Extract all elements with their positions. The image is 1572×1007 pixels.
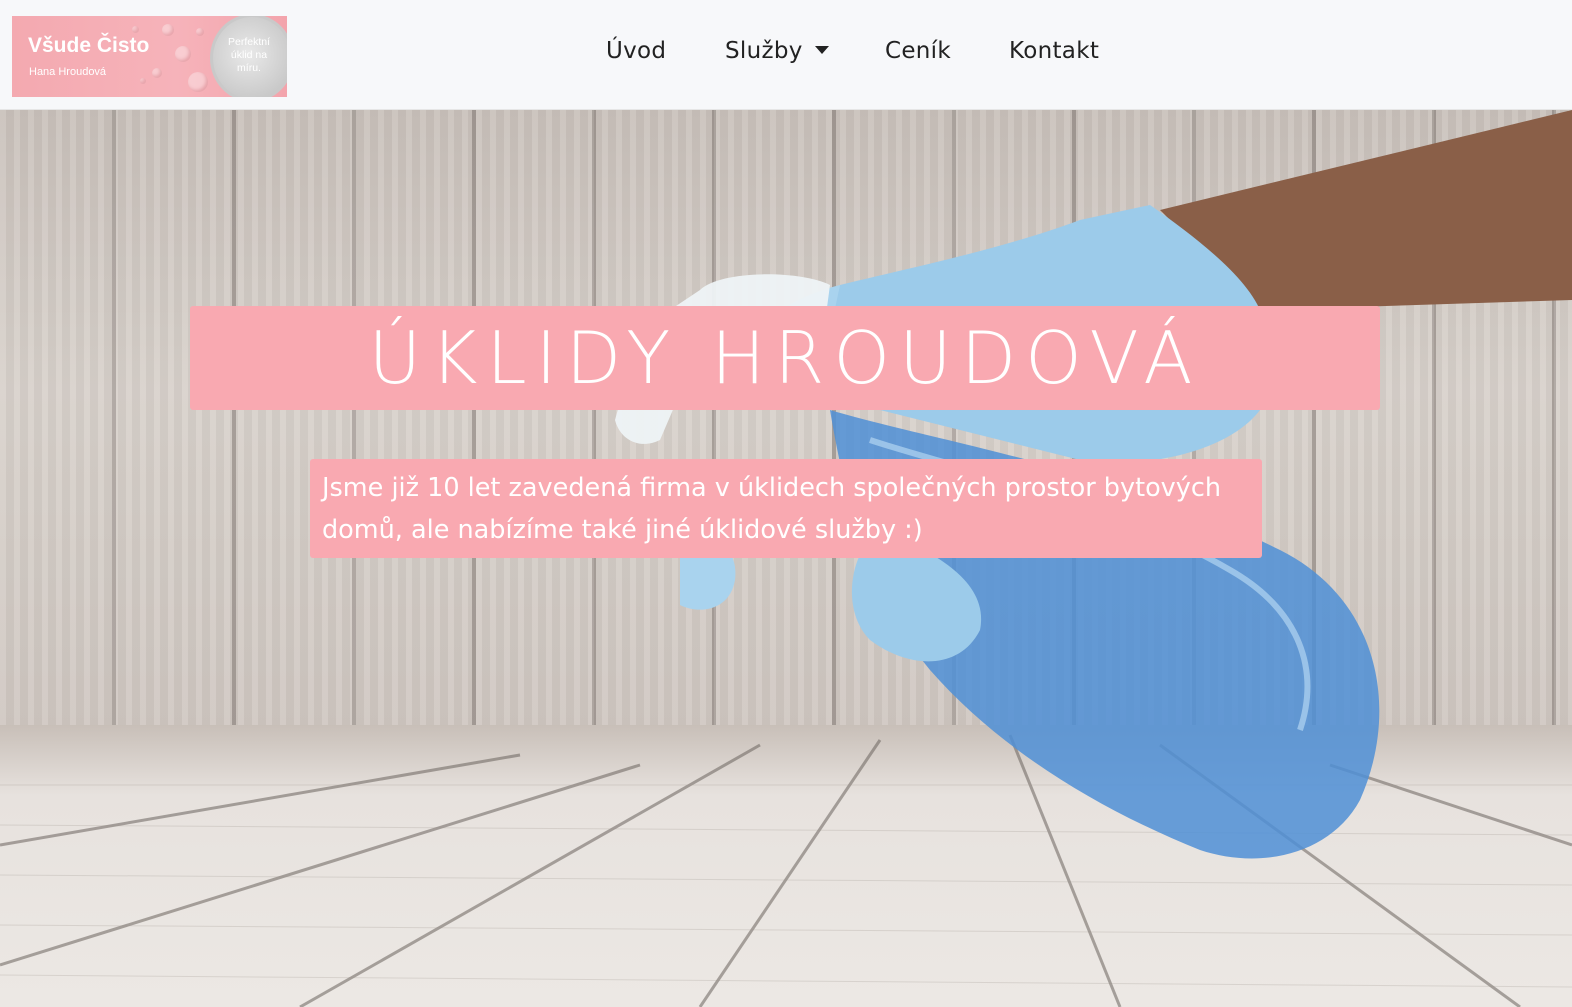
hero-photo-hand-spray-bottle (615, 110, 1572, 859)
hero-intro-text: Jsme již 10 let zavedená firma v úklidec… (322, 473, 1222, 545)
nav-item-uvod[interactable]: Úvod (606, 38, 666, 64)
hero-section: ÚKLIDY HROUDOVÁ Jsme již 10 let zavedená… (0, 110, 1572, 1007)
hero-title: ÚKLIDY HROUDOVÁ (368, 316, 1202, 400)
hero-title-box: ÚKLIDY HROUDOVÁ (190, 306, 1380, 410)
nav-item-label: Služby (725, 38, 803, 64)
nav-item-label: Kontakt (1009, 38, 1100, 64)
chevron-down-icon (814, 45, 829, 54)
nav-item-kontakt[interactable]: Kontakt (1009, 38, 1099, 64)
main-nav: Úvod Služby Ceník Kontakt (0, 0, 1572, 110)
hero-intro-box: Jsme již 10 let zavedená firma v úklidec… (310, 459, 1262, 558)
navbar: Všude Čisto Hana Hroudová Perfektní úkli… (0, 0, 1572, 110)
nav-item-label: Úvod (606, 38, 667, 64)
nav-item-cenik[interactable]: Ceník (885, 38, 951, 64)
nav-item-sluzby[interactable]: Služby (725, 38, 829, 64)
nav-item-label: Ceník (885, 38, 951, 64)
